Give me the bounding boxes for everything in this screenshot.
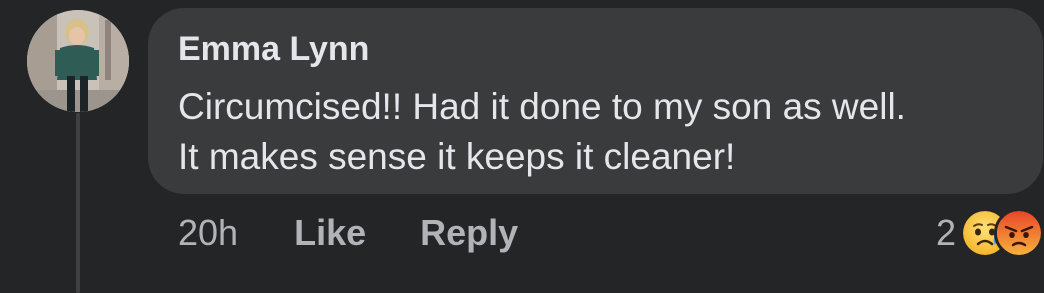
comment-text: Circumcised!! Had it done to my son as w… (178, 82, 906, 182)
like-button[interactable]: Like (294, 212, 366, 254)
thread-line (76, 113, 80, 293)
comment-text-line: It makes sense it keeps it cleaner! (178, 136, 736, 177)
comment-text-line: Circumcised!! Had it done to my son as w… (178, 86, 906, 127)
reply-button[interactable]: Reply (420, 212, 518, 254)
comment-timestamp[interactable]: 20h (178, 212, 238, 254)
avatar[interactable] (27, 10, 129, 112)
reaction-count: 2 (935, 212, 956, 253)
reaction-summary[interactable]: 2 (936, 208, 1044, 258)
comment-actions: 20h Like Reply (178, 210, 518, 256)
avatar-photo (27, 10, 129, 112)
angry-icon (994, 208, 1044, 258)
comment: Emma Lynn Circumcised!! Had it done to m… (0, 0, 1044, 293)
comment-author[interactable]: Emma Lynn (178, 28, 369, 70)
